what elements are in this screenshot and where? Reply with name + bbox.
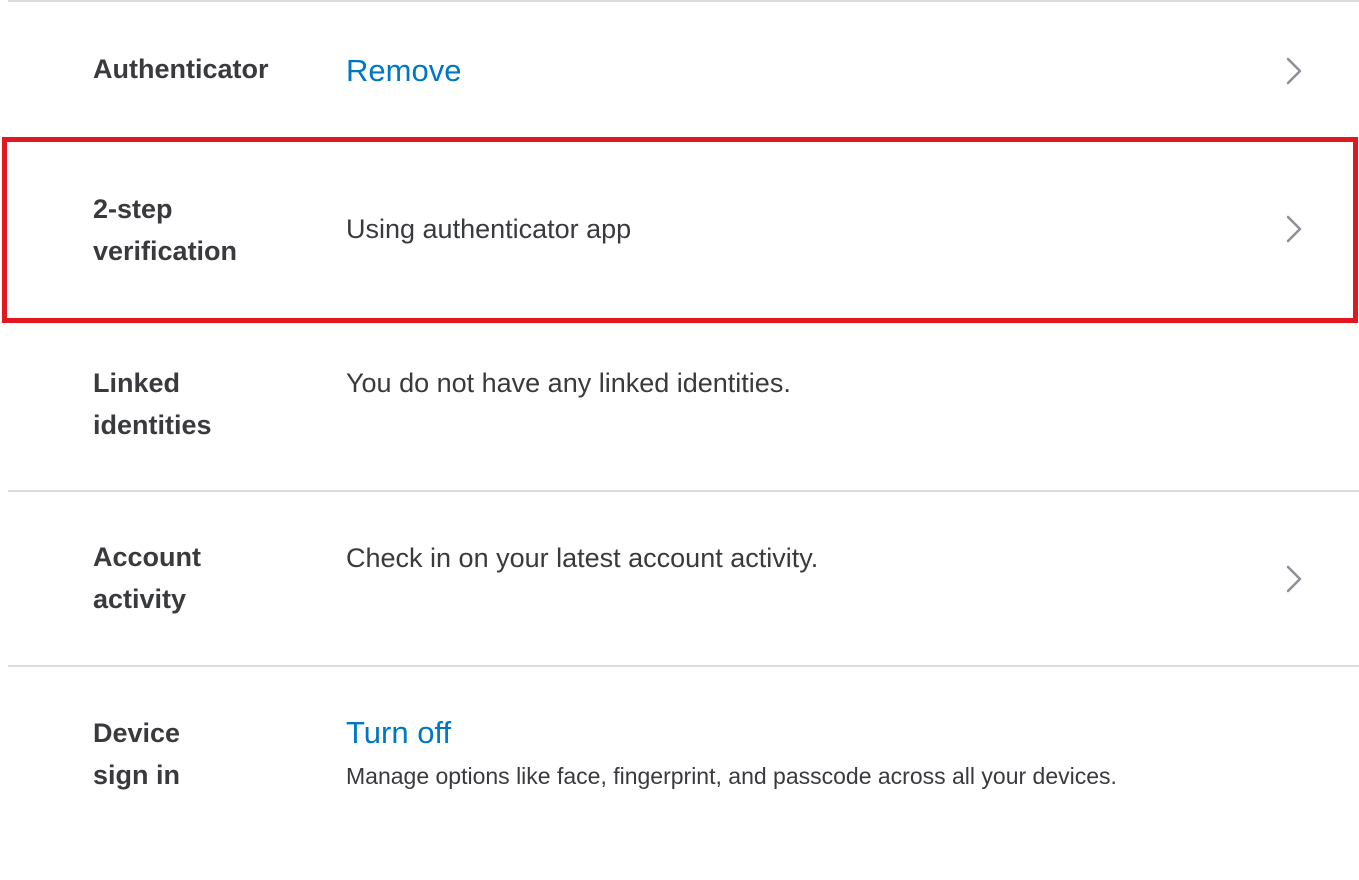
label-line: identities	[93, 410, 212, 440]
remove-authenticator-link[interactable]: Remove	[346, 51, 461, 91]
row-description-device-sign-in: Manage options like face, fingerprint, a…	[346, 763, 1117, 789]
turn-off-device-sign-in-link[interactable]: Turn off	[346, 713, 451, 753]
label-line: Account	[93, 542, 201, 572]
label-line: Device	[93, 718, 181, 748]
row-authenticator: Authenticator Remove	[0, 0, 1359, 140]
row-value-account-activity: Check in on your latest account activity…	[346, 543, 819, 573]
label-line: verification	[93, 236, 238, 266]
security-settings-list: Authenticator Remove 2-step verification…	[0, 0, 1359, 880]
label-line: Authenticator	[93, 54, 269, 84]
chevron-right-icon[interactable]	[1283, 214, 1305, 244]
row-linked-identities: Linked identities You do not have any li…	[0, 315, 1359, 490]
label-line: Linked	[93, 368, 181, 398]
row-label-2-step-verification: 2-step verification	[93, 188, 237, 272]
row-value-linked-identities: You do not have any linked identities.	[346, 368, 791, 398]
row-2-step-verification[interactable]: 2-step verification Using authenticator …	[0, 140, 1359, 315]
label-line: 2-step	[93, 194, 173, 224]
row-device-sign-in: Device sign in Turn off Manage options l…	[0, 667, 1359, 880]
label-line: activity	[93, 584, 187, 614]
row-label-account-activity: Account activity	[93, 536, 201, 620]
row-label-device-sign-in: Device sign in	[93, 712, 180, 796]
label-line: sign in	[93, 760, 180, 790]
chevron-right-icon[interactable]	[1283, 56, 1305, 86]
row-value-2-step-verification: Using authenticator app	[346, 214, 632, 244]
row-account-activity[interactable]: Account activity Check in on your latest…	[0, 492, 1359, 666]
row-label-authenticator: Authenticator	[93, 48, 269, 90]
chevron-right-icon[interactable]	[1283, 564, 1305, 594]
row-label-linked-identities: Linked identities	[93, 362, 212, 446]
